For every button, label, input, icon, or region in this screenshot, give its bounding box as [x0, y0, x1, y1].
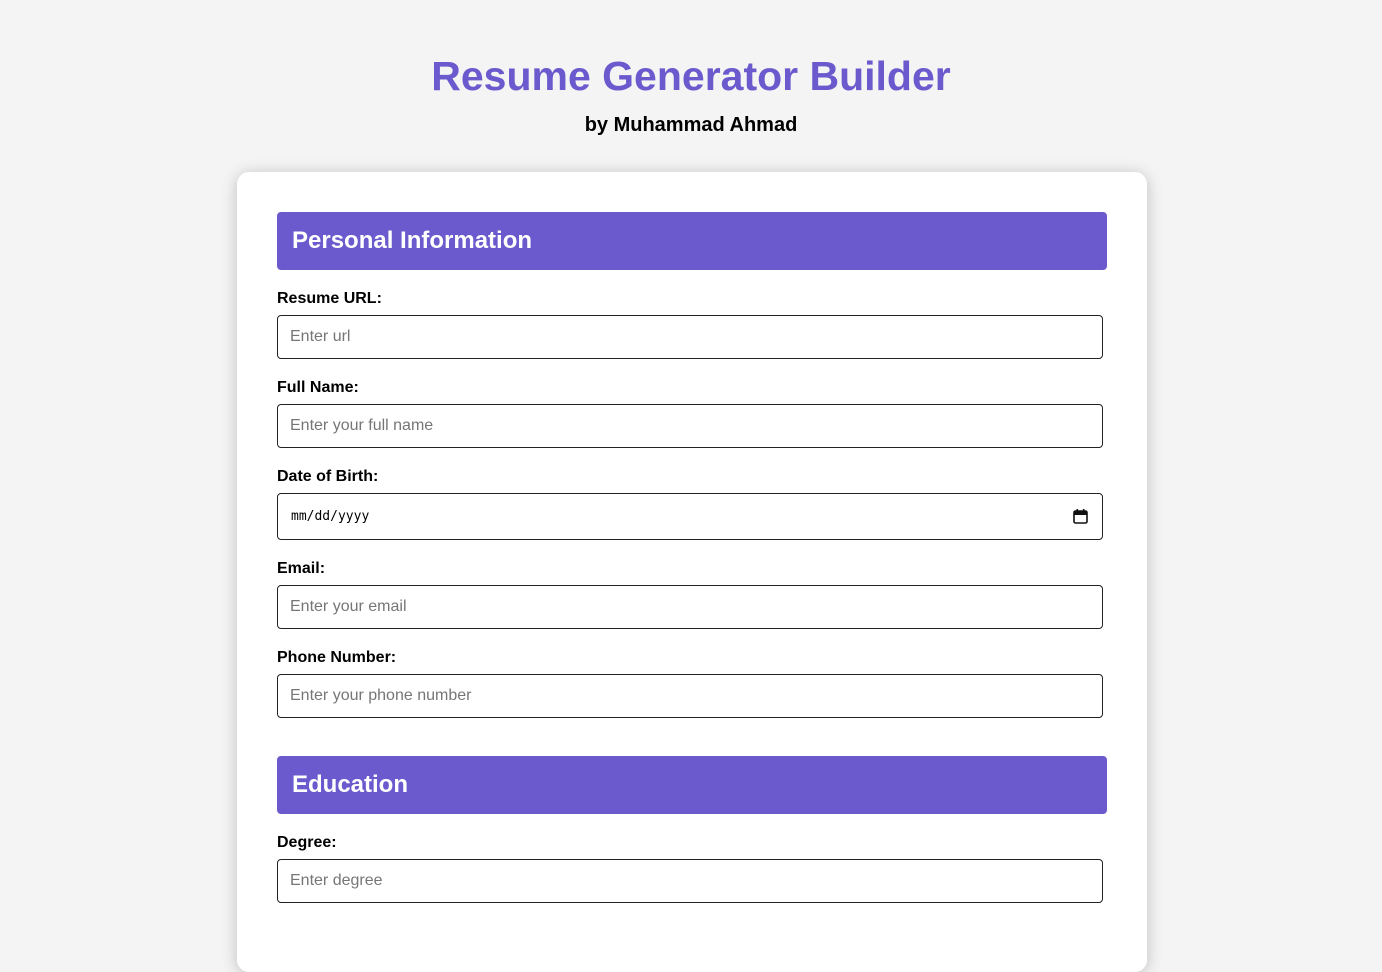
resume-url-input[interactable] [277, 315, 1103, 359]
degree-input[interactable] [277, 859, 1103, 903]
phone-input[interactable] [277, 674, 1103, 718]
dob-label: Date of Birth: [277, 468, 379, 485]
email-label: Email: [277, 560, 326, 577]
personal-info-header: Personal Information [277, 212, 1107, 270]
page-byline: by Muhammad Ahmad [584, 114, 798, 136]
email-input[interactable] [277, 585, 1103, 629]
full-name-label: Full Name: [277, 379, 359, 396]
phone-label: Phone Number: [277, 649, 397, 666]
resume-url-label: Resume URL: [277, 290, 382, 307]
calendar-icon[interactable] [1073, 509, 1088, 524]
full-name-input[interactable] [277, 404, 1103, 448]
page-title: Resume Generator Builder [431, 53, 951, 99]
dob-date-input[interactable]: mm/dd/yyyy [277, 493, 1103, 540]
degree-label: Degree: [277, 834, 337, 851]
resume-form-card: Personal Information Resume URL: Full Na… [237, 172, 1147, 972]
dob-date-text[interactable]: mm/dd/yyyy [291, 508, 369, 526]
education-header: Education [277, 756, 1107, 814]
